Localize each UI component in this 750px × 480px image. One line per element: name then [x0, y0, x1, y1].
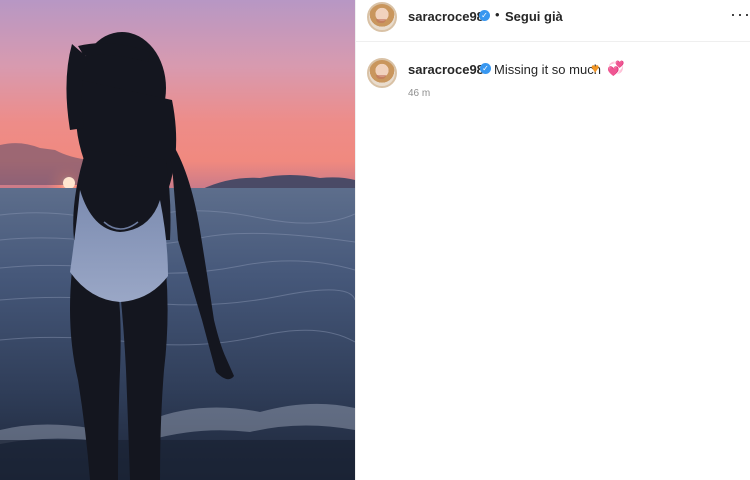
post-header: saracroce98 ✓ • Segui già ···: [356, 0, 750, 42]
author-username[interactable]: saracroce98: [408, 9, 484, 24]
orange-heart-icon: ♥: [591, 60, 600, 76]
revolving-hearts-icon: 💞: [607, 60, 625, 76]
header-separator: •: [495, 7, 500, 22]
post-side-panel: saracroce98 ✓ • Segui già ··· saracroce9…: [356, 0, 750, 480]
caption-verified-badge-icon: ✓: [480, 63, 491, 74]
verified-badge-icon: ✓: [479, 10, 490, 21]
author-avatar[interactable]: [367, 2, 397, 32]
caption-avatar[interactable]: [367, 58, 397, 88]
caption-username[interactable]: saracroce98: [408, 62, 484, 77]
sunset-beach-photo: [0, 0, 355, 480]
following-button[interactable]: Segui già: [505, 9, 563, 24]
more-options-icon[interactable]: ···: [730, 4, 750, 25]
post-photo[interactable]: [0, 0, 355, 480]
caption-text: Missing it so much: [494, 62, 601, 77]
post-timestamp[interactable]: 46 m: [408, 88, 430, 99]
